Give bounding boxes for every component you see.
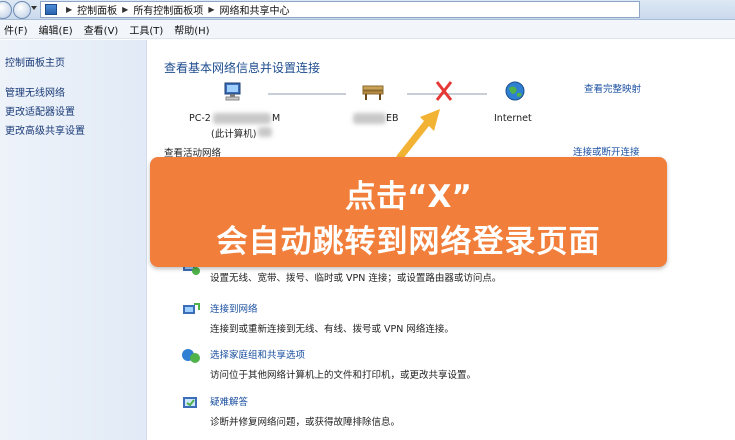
sidebar: 控制面板主页 管理无线网络 更改适配器设置 更改高级共享设置 xyxy=(0,40,147,440)
view-full-map-link[interactable]: 查看完整映射 xyxy=(584,81,641,95)
connect-network-icon xyxy=(183,303,200,314)
sidebar-item-adapter-settings[interactable]: 更改适配器设置 xyxy=(5,103,75,118)
task-troubleshoot: 疑难解答 诊断并修复网络问题，或获得故障排除信息。 xyxy=(210,394,400,428)
sidebar-item-advanced-sharing[interactable]: 更改高级共享设置 xyxy=(5,122,85,137)
internet-globe-icon[interactable] xyxy=(504,80,526,102)
callout-line-1: 点击“X” xyxy=(345,179,472,215)
menu-tools[interactable]: 工具(T) xyxy=(129,22,163,37)
control-panel-icon xyxy=(45,4,57,15)
task-setup-desc: 设置无线、宽带、拨号、临时或 VPN 连接；或设置路由器或访问点。 xyxy=(210,273,502,284)
computer-name-label: PC-2 xyxy=(189,113,211,124)
network-bench-icon[interactable] xyxy=(361,81,385,101)
sidebar-item-manage-wireless[interactable]: 管理无线网络 xyxy=(5,84,65,99)
chevron-right-icon[interactable]: ▶ xyxy=(66,5,72,14)
breadcrumb-all-items[interactable]: 所有控制面板项 xyxy=(133,2,203,17)
redacted-name xyxy=(353,113,386,124)
callout-line-2: 会自动跳转到网络登录页面 xyxy=(216,224,601,260)
redacted-name xyxy=(258,127,272,137)
breadcrumb-control-panel[interactable]: 控制面板 xyxy=(77,2,117,17)
sidebar-item-home[interactable]: 控制面板主页 xyxy=(5,54,65,69)
connection-line xyxy=(268,93,346,95)
this-computer-label: (此计算机) xyxy=(211,129,257,140)
task-connect-network: 连接到网络 连接到或重新连接到无线、有线、拨号或 VPN 网络连接。 xyxy=(210,301,454,335)
troubleshoot-icon xyxy=(183,397,197,408)
connect-disconnect-link[interactable]: 连接或断开连接 xyxy=(573,144,640,158)
internet-label: Internet xyxy=(494,113,532,124)
homegroup-icon xyxy=(182,349,200,363)
address-field[interactable]: ▶ 控制面板 ▶ 所有控制面板项 ▶ 网络和共享中心 xyxy=(40,1,640,18)
redacted-name xyxy=(213,113,271,124)
menu-file[interactable]: 件(F) xyxy=(4,22,28,37)
forward-button[interactable] xyxy=(13,1,31,19)
menu-edit[interactable]: 编辑(E) xyxy=(39,22,73,37)
task-troubleshoot-title[interactable]: 疑难解答 xyxy=(210,394,400,408)
computer-name-tail: M xyxy=(272,113,281,124)
task-connect-desc: 连接到或重新连接到无线、有线、拨号或 VPN 网络连接。 xyxy=(210,324,454,335)
menu-bar: 件(F) 编辑(E) 查看(V) 工具(T) 帮助(H) xyxy=(0,20,735,39)
chevron-right-icon[interactable]: ▶ xyxy=(122,5,128,14)
task-homegroup-desc: 访问位于其他网络计算机上的文件和打印机，或更改共享设置。 xyxy=(210,370,477,381)
task-homegroup: 选择家庭组和共享选项 访问位于其他网络计算机上的文件和打印机，或更改共享设置。 xyxy=(210,347,476,381)
computer-icon[interactable] xyxy=(221,81,245,103)
back-button[interactable] xyxy=(0,1,12,19)
breadcrumb-network-center[interactable]: 网络和共享中心 xyxy=(219,2,289,17)
address-bar: ▶ 控制面板 ▶ 所有控制面板项 ▶ 网络和共享中心 xyxy=(0,0,735,20)
chevron-right-icon[interactable]: ▶ xyxy=(208,5,214,14)
menu-view[interactable]: 查看(V) xyxy=(84,22,119,37)
page-title: 查看基本网络信息并设置连接 xyxy=(164,61,321,75)
instruction-callout: 点击“X” 会自动跳转到网络登录页面 xyxy=(150,157,667,267)
pointer-arrow-icon xyxy=(396,109,440,161)
recent-pages-chevron-icon[interactable] xyxy=(31,6,37,10)
task-connect-title[interactable]: 连接到网络 xyxy=(210,301,454,315)
disconnected-x-icon[interactable] xyxy=(434,79,454,103)
task-homegroup-title[interactable]: 选择家庭组和共享选项 xyxy=(210,347,476,361)
task-troubleshoot-desc: 诊断并修复网络问题，或获得故障排除信息。 xyxy=(210,417,401,428)
menu-help[interactable]: 帮助(H) xyxy=(174,22,209,37)
